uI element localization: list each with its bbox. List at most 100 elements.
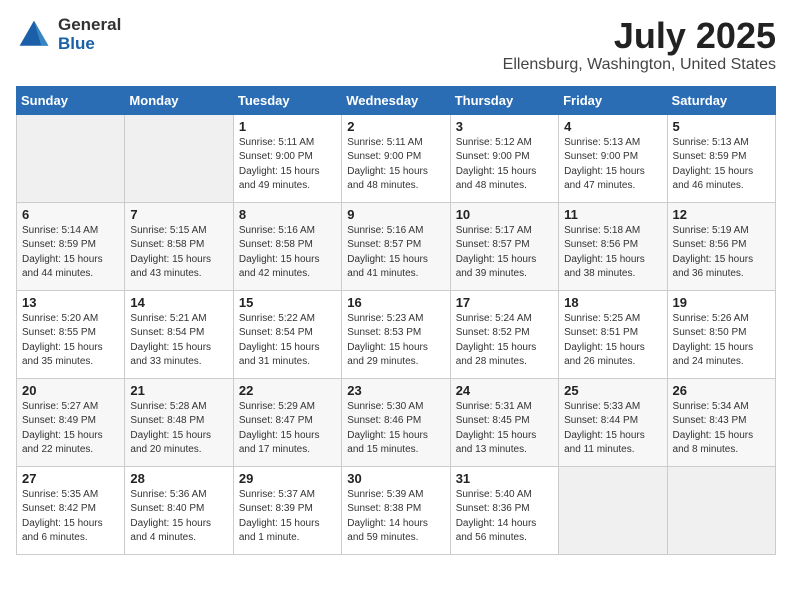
calendar-cell: 11 Sunrise: 5:18 AM Sunset: 8:56 PM Dayli…: [559, 202, 667, 290]
calendar-cell: 5 Sunrise: 5:13 AM Sunset: 8:59 PM Daylig…: [667, 114, 775, 202]
day-info: Sunrise: 5:24 AM Sunset: 8:52 PM Dayligh…: [456, 312, 553, 370]
header-day: Wednesday: [342, 86, 450, 114]
calendar-week-row: 1 Sunrise: 5:11 AM Sunset: 9:00 PM Daylig…: [17, 114, 776, 202]
calendar-cell: 22Sunrise: 5:29 AM Sunset: 8:47 PM Dayli…: [233, 378, 341, 466]
calendar-cell: 2 Sunrise: 5:11 AM Sunset: 9:00 PM Daylig…: [342, 114, 450, 202]
day-info: Sunrise: 5:34 AM Sunset: 8:43 PM Dayligh…: [673, 400, 770, 458]
calendar-week-row: 27 Sunrise: 5:35 AM Sunset: 8:42 PM Dayli…: [17, 466, 776, 554]
day-number: 28: [130, 471, 227, 486]
calendar-cell: 12 Sunrise: 5:19 AM Sunset: 8:56 PM Dayli…: [667, 202, 775, 290]
day-number: 6: [22, 207, 119, 222]
day-info: Sunrise: 5:27 AM Sunset: 8:49 PM Dayligh…: [22, 400, 119, 458]
day-number: 2: [347, 119, 444, 134]
calendar-cell: 19 Sunrise: 5:26 AM Sunset: 8:50 PM Dayli…: [667, 290, 775, 378]
header-row: SundayMondayTuesdayWednesdayThursdayFrid…: [17, 86, 776, 114]
day-info: Sunrise: 5:40 AM Sunset: 8:36 PM Dayligh…: [456, 488, 553, 546]
calendar-cell: 13Sunrise: 5:20 AM Sunset: 8:55 PM Dayli…: [17, 290, 125, 378]
header-day: Friday: [559, 86, 667, 114]
day-number: 5: [673, 119, 770, 134]
calendar-cell: 21 Sunrise: 5:28 AM Sunset: 8:48 PM Dayli…: [125, 378, 233, 466]
calendar-week-row: 6 Sunrise: 5:14 AM Sunset: 8:59 PM Daylig…: [17, 202, 776, 290]
day-info: Sunrise: 5:19 AM Sunset: 8:56 PM Dayligh…: [673, 224, 770, 282]
calendar-cell: 27 Sunrise: 5:35 AM Sunset: 8:42 PM Dayli…: [17, 466, 125, 554]
logo-general: General: [58, 16, 121, 35]
day-info: Sunrise: 5:16 AM Sunset: 8:57 PM Dayligh…: [347, 224, 444, 282]
day-info: Sunrise: 5:11 AM Sunset: 9:00 PM Dayligh…: [239, 136, 336, 194]
calendar-cell: 3Sunrise: 5:12 AM Sunset: 9:00 PM Daylig…: [450, 114, 558, 202]
calendar-cell: [559, 466, 667, 554]
day-info: Sunrise: 5:14 AM Sunset: 8:59 PM Dayligh…: [22, 224, 119, 282]
day-number: 4: [564, 119, 661, 134]
day-number: 15: [239, 295, 336, 310]
day-info: Sunrise: 5:35 AM Sunset: 8:42 PM Dayligh…: [22, 488, 119, 546]
calendar-header: SundayMondayTuesdayWednesdayThursdayFrid…: [17, 86, 776, 114]
header-day: Saturday: [667, 86, 775, 114]
header-day: Monday: [125, 86, 233, 114]
header-day: Sunday: [17, 86, 125, 114]
day-info: Sunrise: 5:37 AM Sunset: 8:39 PM Dayligh…: [239, 488, 336, 546]
calendar-cell: 15Sunrise: 5:22 AM Sunset: 8:54 PM Dayli…: [233, 290, 341, 378]
day-number: 31: [456, 471, 553, 486]
day-number: 26: [673, 383, 770, 398]
day-info: Sunrise: 5:28 AM Sunset: 8:48 PM Dayligh…: [130, 400, 227, 458]
day-info: Sunrise: 5:11 AM Sunset: 9:00 PM Dayligh…: [347, 136, 444, 194]
day-number: 29: [239, 471, 336, 486]
day-info: Sunrise: 5:39 AM Sunset: 8:38 PM Dayligh…: [347, 488, 444, 546]
calendar-cell: 16Sunrise: 5:23 AM Sunset: 8:53 PM Dayli…: [342, 290, 450, 378]
calendar-week-row: 20 Sunrise: 5:27 AM Sunset: 8:49 PM Dayli…: [17, 378, 776, 466]
day-number: 21: [130, 383, 227, 398]
day-number: 13: [22, 295, 119, 310]
day-number: 14: [130, 295, 227, 310]
day-number: 19: [673, 295, 770, 310]
calendar-cell: 17 Sunrise: 5:24 AM Sunset: 8:52 PM Dayli…: [450, 290, 558, 378]
day-number: 10: [456, 207, 553, 222]
day-info: Sunrise: 5:21 AM Sunset: 8:54 PM Dayligh…: [130, 312, 227, 370]
day-number: 16: [347, 295, 444, 310]
day-number: 9: [347, 207, 444, 222]
calendar-body: 1 Sunrise: 5:11 AM Sunset: 9:00 PM Daylig…: [17, 114, 776, 554]
day-info: Sunrise: 5:36 AM Sunset: 8:40 PM Dayligh…: [130, 488, 227, 546]
day-number: 24: [456, 383, 553, 398]
day-info: Sunrise: 5:13 AM Sunset: 8:59 PM Dayligh…: [673, 136, 770, 194]
day-info: Sunrise: 5:18 AM Sunset: 8:56 PM Dayligh…: [564, 224, 661, 282]
day-number: 25: [564, 383, 661, 398]
day-info: Sunrise: 5:26 AM Sunset: 8:50 PM Dayligh…: [673, 312, 770, 370]
calendar-cell: 29 Sunrise: 5:37 AM Sunset: 8:39 PM Dayli…: [233, 466, 341, 554]
day-number: 27: [22, 471, 119, 486]
calendar-cell: 6 Sunrise: 5:14 AM Sunset: 8:59 PM Daylig…: [17, 202, 125, 290]
day-number: 23: [347, 383, 444, 398]
day-number: 11: [564, 207, 661, 222]
calendar-table: SundayMondayTuesdayWednesdayThursdayFrid…: [16, 86, 776, 555]
calendar-cell: 30 Sunrise: 5:39 AM Sunset: 8:38 PM Dayli…: [342, 466, 450, 554]
day-info: Sunrise: 5:17 AM Sunset: 8:57 PM Dayligh…: [456, 224, 553, 282]
day-info: Sunrise: 5:33 AM Sunset: 8:44 PM Dayligh…: [564, 400, 661, 458]
calendar-cell: 24Sunrise: 5:31 AM Sunset: 8:45 PM Dayli…: [450, 378, 558, 466]
day-number: 12: [673, 207, 770, 222]
header-day: Thursday: [450, 86, 558, 114]
day-info: Sunrise: 5:16 AM Sunset: 8:58 PM Dayligh…: [239, 224, 336, 282]
calendar-cell: 7 Sunrise: 5:15 AM Sunset: 8:58 PM Daylig…: [125, 202, 233, 290]
title-block: July 2025 Ellensburg, Washington, United…: [503, 16, 776, 74]
day-number: 8: [239, 207, 336, 222]
calendar-cell: 26 Sunrise: 5:34 AM Sunset: 8:43 PM Dayli…: [667, 378, 775, 466]
calendar-cell: 31 Sunrise: 5:40 AM Sunset: 8:36 PM Dayli…: [450, 466, 558, 554]
calendar-cell: 28 Sunrise: 5:36 AM Sunset: 8:40 PM Dayli…: [125, 466, 233, 554]
calendar-cell: [125, 114, 233, 202]
month-title: July 2025: [503, 16, 776, 56]
calendar-cell: 14 Sunrise: 5:21 AM Sunset: 8:54 PM Dayli…: [125, 290, 233, 378]
calendar-cell: 8 Sunrise: 5:16 AM Sunset: 8:58 PM Daylig…: [233, 202, 341, 290]
day-number: 17: [456, 295, 553, 310]
calendar-cell: 18Sunrise: 5:25 AM Sunset: 8:51 PM Dayli…: [559, 290, 667, 378]
location-title: Ellensburg, Washington, United States: [503, 56, 776, 74]
day-number: 7: [130, 207, 227, 222]
calendar-cell: 25 Sunrise: 5:33 AM Sunset: 8:44 PM Dayli…: [559, 378, 667, 466]
day-info: Sunrise: 5:30 AM Sunset: 8:46 PM Dayligh…: [347, 400, 444, 458]
header-day: Tuesday: [233, 86, 341, 114]
day-number: 1: [239, 119, 336, 134]
day-number: 20: [22, 383, 119, 398]
calendar-cell: 1 Sunrise: 5:11 AM Sunset: 9:00 PM Daylig…: [233, 114, 341, 202]
day-number: 30: [347, 471, 444, 486]
day-info: Sunrise: 5:15 AM Sunset: 8:58 PM Dayligh…: [130, 224, 227, 282]
day-info: Sunrise: 5:13 AM Sunset: 9:00 PM Dayligh…: [564, 136, 661, 194]
page-header: General Blue July 2025 Ellensburg, Washi…: [16, 16, 776, 74]
